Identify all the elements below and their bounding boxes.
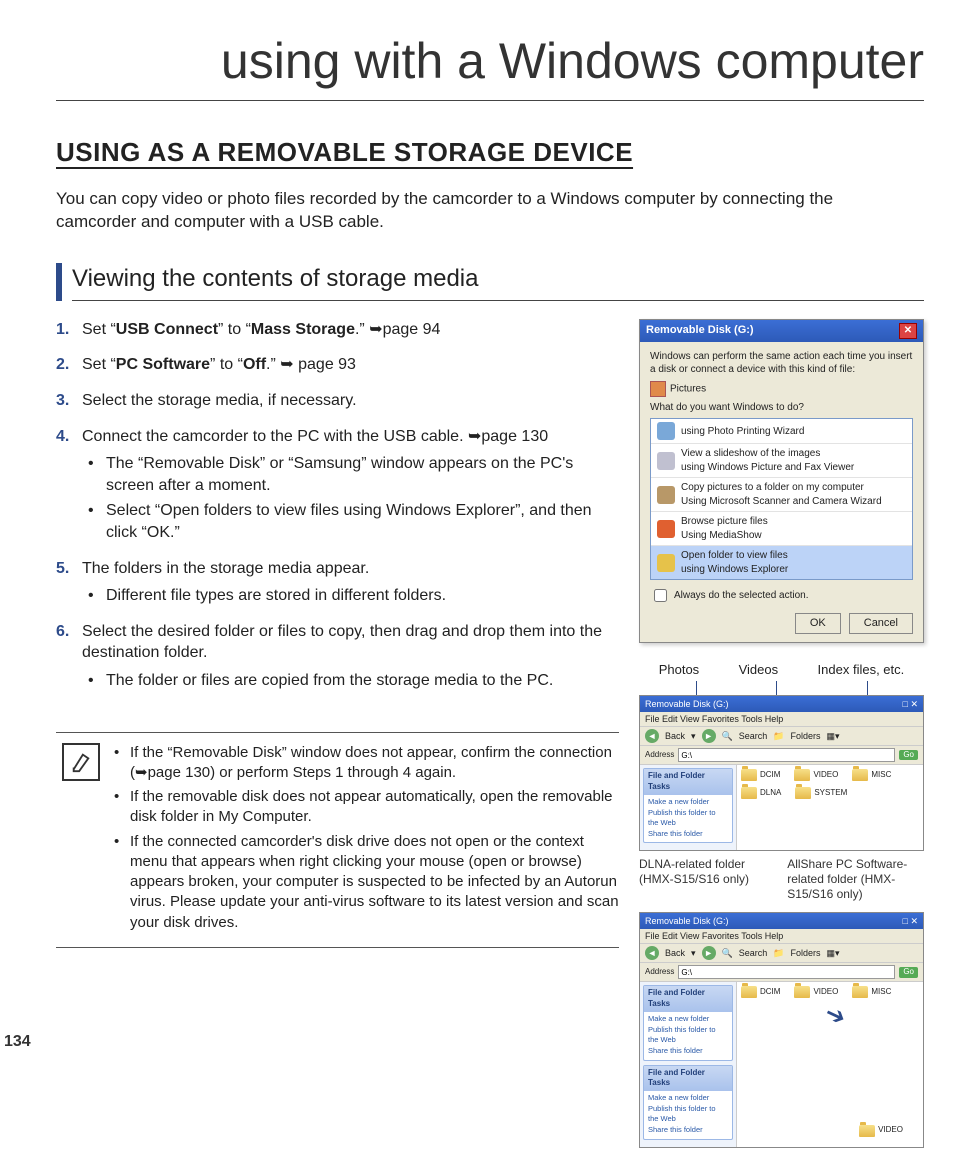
dialog-msg-1: Windows can perform the same action each… [650,350,913,377]
callout-index: Index files, etc. [818,661,905,679]
accent-bar [56,263,62,300]
step-4-sub-2: Select “Open folders to view files using… [88,500,619,543]
forward-icon[interactable]: ► [702,729,716,743]
task-panel: File and Folder Tasks Make a new folder … [643,768,733,843]
step-2: Set “PC Software” to “Off.” ➥ page 93 [56,354,619,376]
note-box: If the “Removable Disk” window does not … [56,732,619,948]
task-item[interactable]: Publish this folder to the Web [648,1025,728,1045]
note-3: If the connected camcorder's disk drive … [114,832,619,933]
filetype-label: Pictures [670,384,706,395]
address-label: Address [645,750,674,761]
ok-button[interactable]: OK [795,613,841,634]
close-icon[interactable]: ✕ [899,323,917,339]
folder-system[interactable]: SYSTEM [795,787,847,799]
folder-video[interactable]: VIDEO [794,769,838,781]
folder-icon [741,769,757,781]
explorer-toolbar[interactable]: ◄Back ▾ ► 🔍Search 📁Folders ▦▾ [640,727,923,746]
task-item[interactable]: Make a new folder [648,797,728,807]
camera-icon [657,486,675,504]
folder-icon [795,787,811,799]
folder-dlna[interactable]: DLNA [741,787,781,799]
folder-icon [852,769,868,781]
cancel-button[interactable]: Cancel [849,613,913,634]
explorer-title: Removable Disk (G:) [645,915,729,927]
task-item[interactable]: Share this folder [648,829,728,839]
opt-print[interactable]: using Photo Printing Wizard [651,419,912,444]
slideshow-icon [657,452,675,470]
forward-icon[interactable]: ► [702,946,716,960]
task-panel-2: File and Folder Tasks Make a new folder … [643,1065,733,1140]
address-input[interactable] [678,965,895,979]
folder-callouts: Photos Videos Index files, etc. [639,661,924,679]
folder-misc[interactable]: MISC [852,769,891,781]
explorer-toolbar[interactable]: ◄Back ▾ ► 🔍Search 📁Folders ▦▾ [640,944,923,963]
annot-allshare: AllShare PC Software-related folder (HMX… [787,857,924,902]
task-item[interactable]: Share this folder [648,1125,728,1135]
note-1: If the “Removable Disk” window does not … [114,743,619,784]
step-4: Connect the camcorder to the PC with the… [56,426,619,544]
folder-icon [794,769,810,781]
task-panel: File and Folder Tasks Make a new folder … [643,985,733,1060]
step-5-sub-1: Different file types are stored in diffe… [88,585,619,607]
callout-lines [639,681,924,695]
opt-slideshow[interactable]: View a slideshow of the imagesusing Wind… [651,444,912,478]
autoplay-dialog: Removable Disk (G:) ✕ Windows can perfor… [639,319,924,643]
folder-dcim[interactable]: DCIM [741,769,780,781]
back-icon[interactable]: ◄ [645,729,659,743]
step-3: Select the storage media, if necessary. [56,390,619,412]
back-icon[interactable]: ◄ [645,946,659,960]
step-6: Select the desired folder or files to co… [56,621,619,692]
action-list[interactable]: using Photo Printing Wizard View a slide… [650,418,913,580]
explorer-window-2: Removable Disk (G:) □ ✕ File Edit View Fa… [639,912,924,1147]
page-title: using with a Windows computer [56,28,924,101]
explorer-menubar[interactable]: File Edit View Favorites Tools Help [640,929,923,944]
mediashow-icon [657,520,675,538]
section-heading: USING AS A REMOVABLE STORAGE DEVICE [56,135,924,170]
callout-videos: Videos [739,661,779,679]
intro-paragraph: You can copy video or photo files record… [56,188,876,234]
step-5: The folders in the storage media appear.… [56,558,619,607]
explorer-title: Removable Disk (G:) [645,698,729,710]
task-item[interactable]: Make a new folder [648,1093,728,1103]
pictures-icon [650,381,666,397]
task-header: File and Folder Tasks [644,769,732,795]
task-item[interactable]: Make a new folder [648,1014,728,1024]
callout-photos: Photos [659,661,699,679]
window-controls[interactable]: □ ✕ [903,915,918,927]
step-1: Set “USB Connect” to “Mass Storage.” ➥pa… [56,319,619,341]
folder-annotations: DLNA-related folder (HMX-S15/S16 only) A… [639,857,924,902]
printer-icon [657,422,675,440]
always-label: Always do the selected action. [674,589,809,603]
go-button[interactable]: Go [899,967,918,978]
step-4-sub-1: The “Removable Disk” or “Samsung” window… [88,453,619,496]
step-6-sub-1: The folder or files are copied from the … [88,670,619,692]
explorer-window-1: Removable Disk (G:) □ ✕ File Edit View Fa… [639,695,924,851]
opt-open-folder[interactable]: Open folder to view filesusing Windows E… [651,546,912,579]
steps-list: Set “USB Connect” to “Mass Storage.” ➥pa… [56,319,619,692]
sub-heading: Viewing the contents of storage media [72,263,924,300]
go-button[interactable]: Go [899,750,918,761]
note-icon [62,743,100,781]
opt-copy[interactable]: Copy pictures to a folder on my computer… [651,478,912,512]
window-controls[interactable]: □ ✕ [903,698,918,710]
dialog-title: Removable Disk (G:) [646,323,754,338]
folder-video-sub[interactable]: VIDEO [859,1125,903,1137]
annot-dlna: DLNA-related folder (HMX-S15/S16 only) [639,857,776,902]
folder-icon [657,554,675,572]
explorer-menubar[interactable]: File Edit View Favorites Tools Help [640,712,923,727]
always-checkbox[interactable] [654,589,667,602]
folder-misc[interactable]: MISC [852,986,891,998]
folder-dcim[interactable]: DCIM [741,986,780,998]
opt-browse[interactable]: Browse picture filesUsing MediaShow [651,512,912,546]
page-number: 134 [4,1031,31,1053]
address-input[interactable] [678,748,895,762]
drag-arrow-icon: ➔ [819,998,851,1036]
dialog-msg-2: What do you want Windows to do? [650,401,913,415]
folder-icon [741,787,757,799]
task-item[interactable]: Publish this folder to the Web [648,808,728,828]
note-2: If the removable disk does not appear au… [114,787,619,828]
task-item[interactable]: Publish this folder to the Web [648,1104,728,1124]
task-item[interactable]: Share this folder [648,1046,728,1056]
